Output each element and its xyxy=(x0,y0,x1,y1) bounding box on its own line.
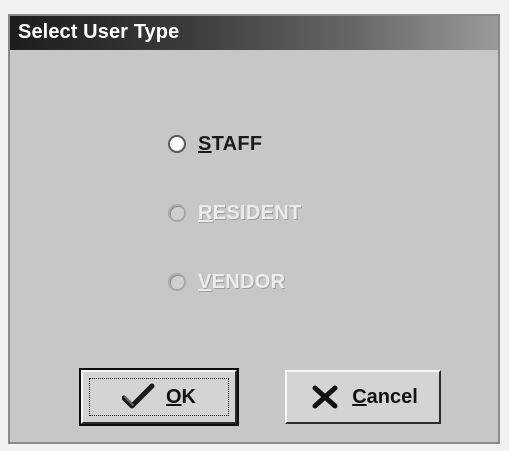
radio-label-rest-resident: ESIDENT xyxy=(212,201,302,224)
radio-option-resident: RESIDENT xyxy=(168,199,302,227)
ok-accelerator-key: O xyxy=(165,385,182,408)
radio-label-vendor: VENDOR xyxy=(198,271,285,294)
radio-label-rest-staff: TAFF xyxy=(211,132,263,155)
radio-option-vendor: VENDOR xyxy=(168,268,285,296)
accelerator-key-staff: S xyxy=(198,132,212,155)
ok-button-label: OK xyxy=(166,386,196,409)
radio-label-staff: STAFF xyxy=(198,133,262,156)
radio-button-staff[interactable] xyxy=(168,135,186,153)
radio-button-resident xyxy=(168,204,186,222)
accelerator-key-resident: R xyxy=(198,201,213,224)
radio-option-staff[interactable]: STAFF xyxy=(168,130,262,158)
select-user-type-dialog: Select User Type STAFF RESIDENT VENDOR O… xyxy=(8,14,500,444)
accelerator-key-vendor: V xyxy=(198,270,212,293)
ok-button[interactable]: OK xyxy=(79,368,239,426)
x-icon xyxy=(312,385,338,409)
dialog-title: Select User Type xyxy=(18,21,180,43)
radio-label-rest-vendor: ENDOR xyxy=(211,270,286,293)
cancel-button[interactable]: Cancel xyxy=(285,370,441,424)
check-icon xyxy=(121,383,155,409)
radio-button-vendor xyxy=(168,273,186,291)
cancel-label-rest: ancel xyxy=(366,385,418,408)
cancel-accelerator-key: C xyxy=(352,385,367,408)
radio-label-resident: RESIDENT xyxy=(198,202,302,225)
title-bar[interactable]: Select User Type xyxy=(10,16,498,50)
ok-label-rest: K xyxy=(181,385,196,408)
cancel-button-label: Cancel xyxy=(352,386,418,409)
